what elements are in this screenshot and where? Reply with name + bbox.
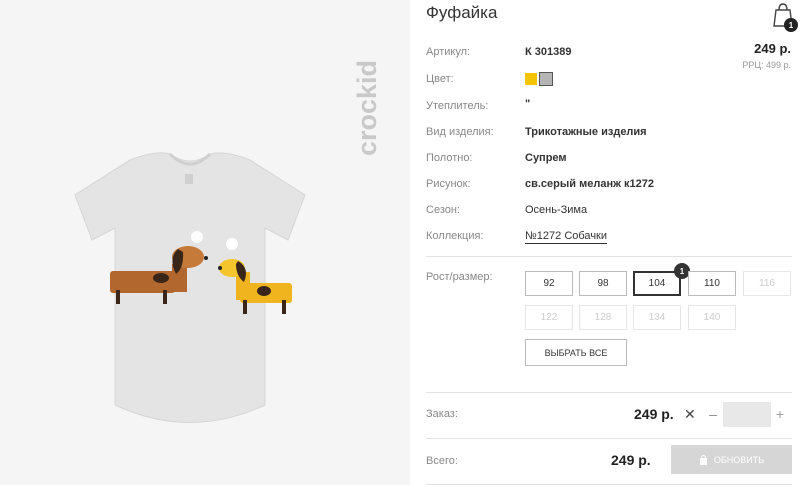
- field-value-season: Осень-Зима: [525, 204, 588, 216]
- field-value-fabric: Супрем: [525, 152, 567, 164]
- field-value-product-type: Трикотажные изделия: [525, 126, 647, 138]
- svg-text:1: 1: [789, 21, 794, 30]
- field-value-pattern: св.серый меланж к1272: [525, 178, 654, 190]
- field-label-insulation: Утеплитель:: [426, 100, 489, 112]
- field-label-pattern: Рисунок:: [426, 178, 471, 190]
- update-button[interactable]: ОБНОВИТЬ: [671, 445, 792, 474]
- field-label-season: Сезон:: [426, 204, 460, 216]
- size-option-116: 116: [743, 271, 791, 296]
- size-option-122: 122: [525, 305, 573, 330]
- field-value-insulation: ": [525, 98, 531, 110]
- product-photo-area: crockid: [0, 0, 410, 485]
- size-option-134: 134: [633, 305, 681, 330]
- size-option-140: 140: [688, 305, 736, 330]
- field-label-fabric: Полотно:: [426, 152, 473, 164]
- color-swatch-grey[interactable]: [539, 72, 553, 86]
- field-label-collection: Коллекция:: [426, 230, 484, 242]
- recommended-retail-price: РРЦ: 499 р.: [742, 60, 791, 70]
- product-title: Фуфайка: [426, 3, 498, 22]
- order-price: 249 р.: [634, 406, 674, 422]
- svg-text:crockid: crockid: [352, 60, 382, 156]
- size-option-110[interactable]: 110: [688, 271, 736, 296]
- product-price: 249 р.: [754, 41, 791, 56]
- divider: [426, 438, 792, 439]
- divider: [426, 256, 792, 257]
- field-label-product-type: Вид изделия:: [426, 126, 494, 138]
- color-swatch-yellow[interactable]: [525, 73, 537, 85]
- select-all-button[interactable]: ВЫБРАТЬ ВСЕ: [525, 339, 627, 366]
- tshirt-image: [74, 152, 306, 423]
- bag-icon: [699, 454, 707, 465]
- field-value-article: К 301389: [525, 46, 572, 58]
- total-price: 249 р.: [611, 452, 651, 468]
- collection-link[interactable]: №1272 Собачки: [525, 230, 608, 244]
- size-option-104[interactable]: 104: [633, 271, 681, 296]
- divider: [426, 392, 792, 393]
- size-option-128: 128: [579, 305, 627, 330]
- total-label: Всего:: [426, 455, 458, 467]
- field-label-article: Артикул:: [426, 46, 471, 58]
- field-label-color: Цвет:: [426, 73, 454, 85]
- update-button-label: ОБНОВИТЬ: [713, 454, 765, 465]
- size-option-92[interactable]: 92: [525, 271, 573, 296]
- order-label: Заказ:: [426, 408, 458, 420]
- brand-logo: crockid: [352, 60, 382, 156]
- quantity-decrease-button[interactable]: –: [707, 406, 719, 422]
- remove-order-button[interactable]: ✕: [684, 406, 696, 423]
- cart-icon[interactable]: 1: [766, 0, 800, 34]
- quantity-increase-button[interactable]: +: [774, 406, 786, 422]
- size-option-98[interactable]: 98: [579, 271, 627, 296]
- quantity-input[interactable]: [723, 402, 771, 427]
- size-label: Рост/размер:: [426, 271, 493, 283]
